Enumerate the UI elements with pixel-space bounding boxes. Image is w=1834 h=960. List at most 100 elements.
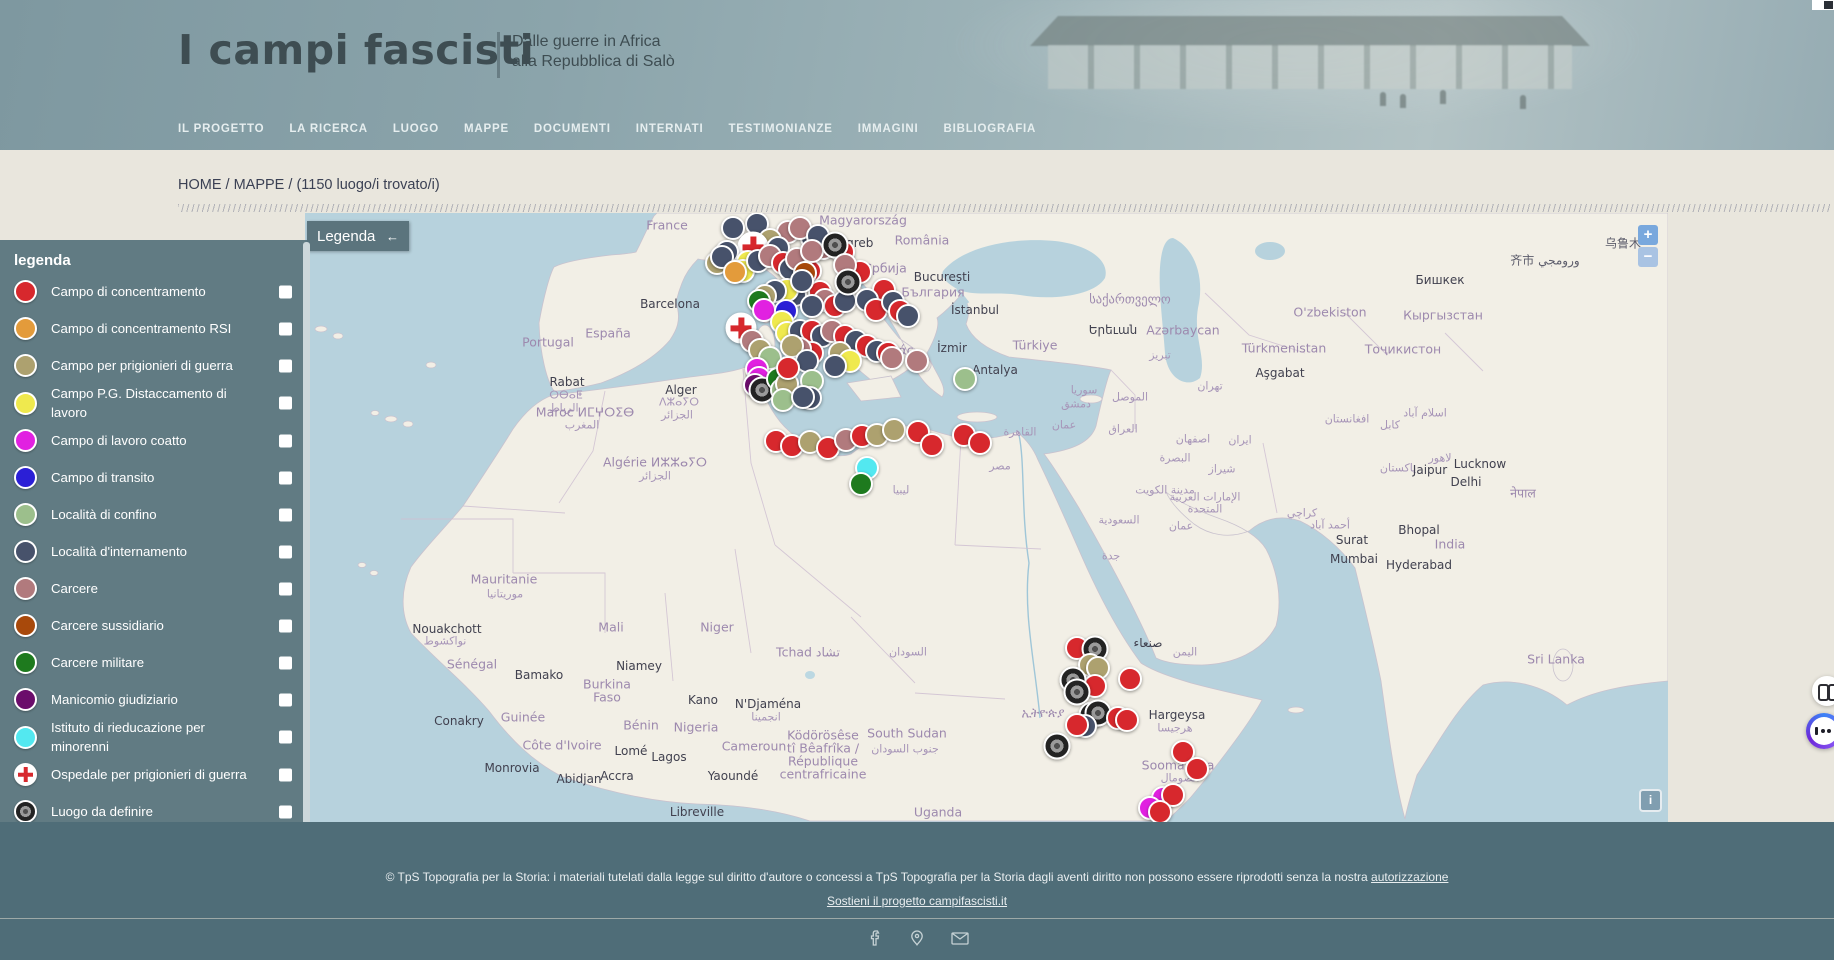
legend-items: Campo di concentramento Campo di concentr… xyxy=(0,273,310,830)
legend-item-label: Località d'internamento xyxy=(51,542,187,561)
map-marker[interactable] xyxy=(790,269,814,293)
zoom-out-button[interactable]: − xyxy=(1638,247,1658,267)
legend-item-checkbox[interactable] xyxy=(279,805,292,818)
facebook-icon[interactable] xyxy=(865,928,885,948)
legend-item[interactable]: Campo di concentramento xyxy=(0,273,310,310)
map-marker[interactable] xyxy=(776,356,800,380)
window-scrollbar-stub[interactable] xyxy=(1812,0,1834,10)
main-nav: IL PROGETTO LA RICERCA LUOGO MAPPE DOCUMENTI… xyxy=(178,123,1036,135)
legend-item-checkbox[interactable] xyxy=(279,471,292,484)
legend-item-checkbox[interactable] xyxy=(279,693,292,706)
map-marker[interactable] xyxy=(823,354,847,378)
footer-copyright-text: © TpS Topografia per la Storia: i materi… xyxy=(386,870,1371,884)
legend-item-checkbox[interactable] xyxy=(279,322,292,335)
legend-item[interactable]: Carcere sussidiario xyxy=(0,607,310,644)
nav-item-documenti[interactable]: DOCUMENTI xyxy=(534,123,611,135)
legend-item-label: Campo di concentramento RSI xyxy=(51,319,231,338)
legend-scrollbar[interactable] xyxy=(303,242,310,873)
marker-luogo-da-definire[interactable] xyxy=(1044,733,1071,760)
breadcrumb: HOME / MAPPE / (1150 luogo/i trovato/i) xyxy=(178,177,440,193)
page: I campi fascisti Dalle guerre in Africa … xyxy=(0,0,1834,960)
map-marker[interactable] xyxy=(849,472,873,496)
legend-item-checkbox[interactable] xyxy=(279,434,292,447)
nav-item-luogo[interactable]: LUOGO xyxy=(393,123,439,135)
legend-item-checkbox[interactable] xyxy=(279,582,292,595)
map-marker[interactable] xyxy=(920,433,944,457)
footer-support: Sostieni il progetto campifascisti.it xyxy=(0,894,1834,908)
footer: © TpS Topografia per la Storia: i materi… xyxy=(0,822,1834,960)
extension-button-1[interactable] xyxy=(1812,676,1834,706)
breadcrumb-mappe-link[interactable]: MAPPE xyxy=(234,177,285,193)
map-marker[interactable] xyxy=(723,260,747,284)
legend-color-dot xyxy=(14,614,37,637)
hospital-cross-icon xyxy=(14,763,37,786)
map-marker[interactable] xyxy=(896,304,920,328)
subtitle-line-1: Dalle guerre in Africa xyxy=(512,32,675,52)
breadcrumb-home-link[interactable]: HOME xyxy=(178,177,222,193)
legend-item-checkbox[interactable] xyxy=(279,359,292,372)
map-marker[interactable] xyxy=(968,431,992,455)
map-canvas[interactable]: FranceBarcelonaEspañaPortugalRabatⵔⴱⴰⵟال… xyxy=(305,213,1668,822)
site-title[interactable]: I campi fascisti xyxy=(178,26,534,74)
legend-item[interactable]: Località d'internamento xyxy=(0,533,310,570)
legend-item-checkbox[interactable] xyxy=(279,545,292,558)
map-marker[interactable] xyxy=(1148,800,1172,822)
footer-authorization-link[interactable]: autorizzazione xyxy=(1371,870,1448,884)
legend-color-dot xyxy=(14,688,37,711)
legend-item[interactable]: Campo di concentramento RSI xyxy=(0,310,310,347)
site-subtitle: Dalle guerre in Africa alla Repubblica d… xyxy=(512,32,675,72)
legend-item[interactable]: Località di confino xyxy=(0,496,310,533)
map-marker[interactable] xyxy=(905,349,929,373)
legend-item-label: Carcere militare xyxy=(51,653,144,672)
nav-item-la-ricerca[interactable]: LA RICERCA xyxy=(289,123,368,135)
legend-item[interactable]: Campo per prigionieri di guerra xyxy=(0,347,310,384)
legend-item[interactable]: Istituto di rieducazione per minorenni xyxy=(0,718,310,756)
map-marker[interactable] xyxy=(953,367,977,391)
legend-item-checkbox[interactable] xyxy=(279,731,292,744)
target-icon xyxy=(14,800,37,823)
map-marker[interactable] xyxy=(880,346,904,370)
legend-item[interactable]: Carcere xyxy=(0,570,310,607)
nav-item-internati[interactable]: INTERNATI xyxy=(636,123,704,135)
legend-item[interactable]: Campo di lavoro coatto xyxy=(0,422,310,459)
footer-support-link[interactable]: Sostieni il progetto campifascisti.it xyxy=(827,894,1007,908)
nav-item-testimonianze[interactable]: TESTIMONIANZE xyxy=(728,123,832,135)
legend-color-dot xyxy=(14,651,37,674)
legend-item-checkbox[interactable] xyxy=(279,285,292,298)
map-marker[interactable] xyxy=(1065,713,1089,737)
legend-item[interactable]: Carcere militare xyxy=(0,644,310,681)
map-marker[interactable] xyxy=(1115,708,1139,732)
legend-item-checkbox[interactable] xyxy=(279,508,292,521)
site-header: I campi fascisti Dalle guerre in Africa … xyxy=(0,0,1834,150)
nav-item-immagini[interactable]: IMMAGINI xyxy=(858,123,919,135)
location-pin-icon[interactable] xyxy=(907,928,927,948)
nav-item-bibliografia[interactable]: BIBLIOGRAFIA xyxy=(943,123,1036,135)
subtitle-line-2: alla Repubblica di Salò xyxy=(512,52,675,72)
nav-item-mappe[interactable]: MAPPE xyxy=(464,123,509,135)
zoom-in-button[interactable]: + xyxy=(1638,225,1658,245)
map-marker[interactable] xyxy=(1118,667,1142,691)
map-marker[interactable] xyxy=(800,239,824,263)
legend-color-dot xyxy=(14,540,37,563)
email-icon[interactable] xyxy=(949,928,969,948)
legend-item[interactable]: Ospedale per prigionieri di guerra xyxy=(0,756,310,793)
legend-color-dot xyxy=(14,429,37,452)
map-marker[interactable] xyxy=(882,418,906,442)
map-marker[interactable] xyxy=(791,385,815,409)
legend-item[interactable]: Manicomio giudiziario xyxy=(0,681,310,718)
legend-item[interactable]: Campo di transito xyxy=(0,459,310,496)
legend-item-checkbox[interactable] xyxy=(279,397,292,410)
legend-color-dot xyxy=(14,317,37,340)
legend-title: legenda xyxy=(0,240,310,273)
map-marker[interactable] xyxy=(1185,757,1209,781)
legend-item-checkbox[interactable] xyxy=(279,768,292,781)
legend-toggle-button[interactable]: Legenda ← xyxy=(307,221,409,251)
legend-item-checkbox[interactable] xyxy=(279,656,292,669)
map-marker[interactable] xyxy=(800,294,824,318)
legend-item[interactable]: Campo P.G. Distaccamento di lavoro xyxy=(0,384,310,422)
extension-button-2[interactable] xyxy=(1806,713,1834,749)
legend-item-checkbox[interactable] xyxy=(279,619,292,632)
breadcrumb-separator: / xyxy=(226,177,234,193)
nav-item-il-progetto[interactable]: IL PROGETTO xyxy=(178,123,264,135)
map-attribution-button[interactable]: i xyxy=(1639,789,1662,812)
